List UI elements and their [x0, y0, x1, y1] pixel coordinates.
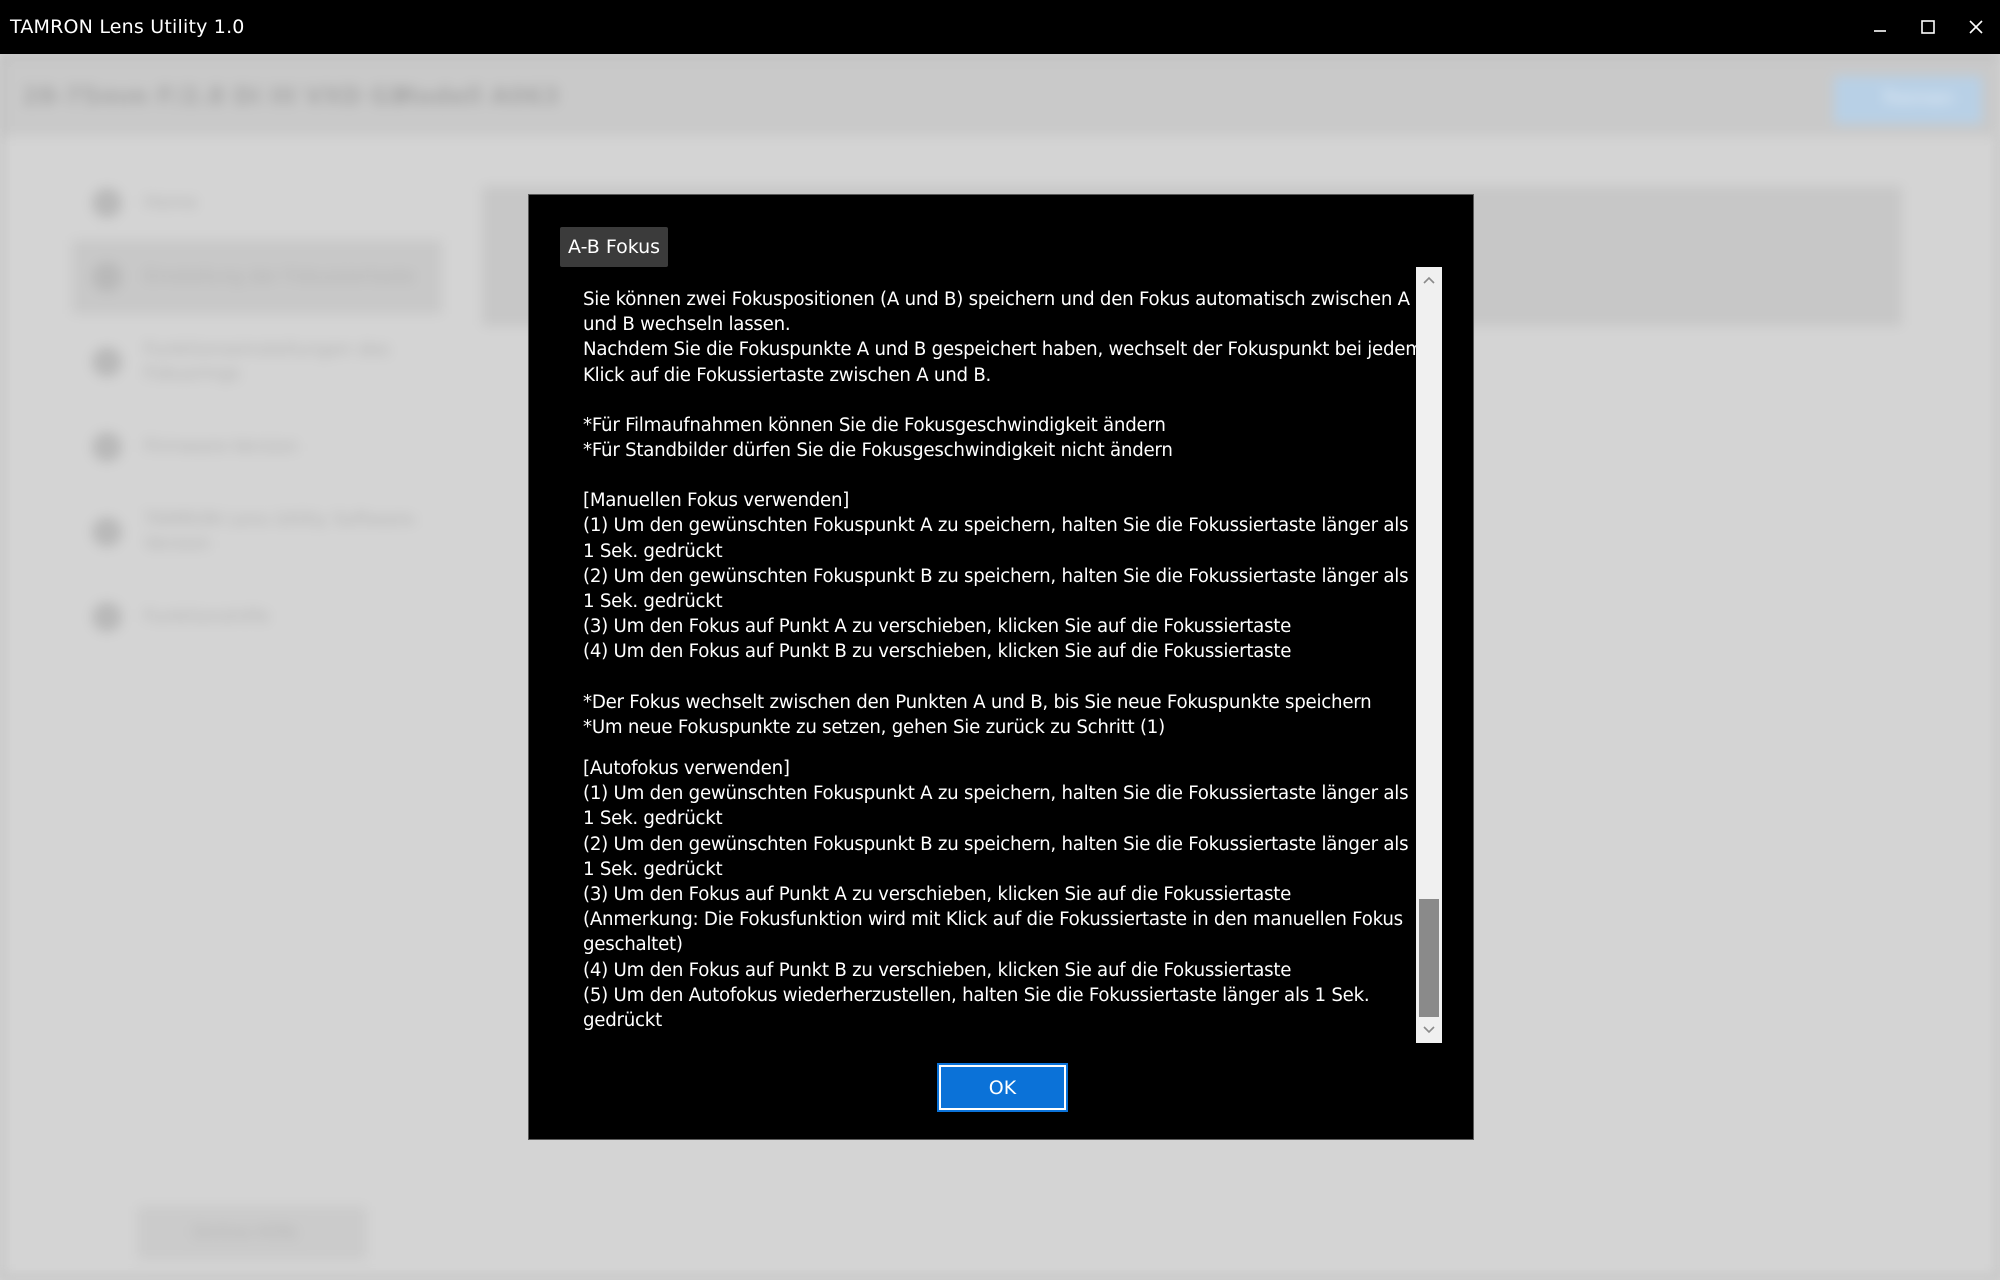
help-icon: [92, 602, 122, 632]
sidebar-item: Home: [72, 166, 442, 240]
dialog-text: Sie können zwei Fokuspositionen (A und B…: [583, 287, 1443, 1039]
dialog-paragraph: (Anmerkung: Die Fokusfunktion wird mit K…: [583, 909, 1403, 956]
home-icon: [92, 188, 122, 218]
scroll-down-button[interactable]: [1416, 1017, 1442, 1043]
dialog-paragraph: (3) Um den Fokus auf Punkt A zu verschie…: [583, 616, 1292, 638]
info-icon: [92, 517, 122, 547]
dialog-paragraph: Nachdem Sie die Fokuspunkte A und B gesp…: [583, 339, 1423, 386]
lens-name: 28-75mm F/2.8 Di III VXD G2: [22, 82, 407, 110]
sidebar-item: Funktionshilfe: [72, 580, 442, 654]
window-titlebar: TAMRON Lens Utility 1.0: [0, 0, 2000, 54]
close-button[interactable]: [1952, 0, 2000, 54]
scrollbar-thumb[interactable]: [1419, 899, 1439, 1017]
maximize-button[interactable]: [1904, 0, 1952, 54]
lens-header: 28-75mm F/2.8 Di III VXD G2 Modell A063 …: [2, 56, 2000, 136]
dialog-paragraph: (4) Um den Fokus auf Punkt B zu verschie…: [583, 959, 1292, 981]
chevron-down-icon: [1423, 1026, 1435, 1034]
sidebar-item-label: Home: [144, 192, 198, 213]
minimize-button[interactable]: [1856, 0, 1904, 54]
dialog-paragraph: (3) Um den Fokus auf Punkt A zu verschie…: [583, 884, 1292, 906]
sidebar-item-label: Einstellung der Fokussiertaste: [144, 266, 415, 287]
dialog-paragraph: (1) Um den gewünschten Fokuspunkt A zu s…: [583, 515, 1409, 562]
dialog-paragraph: [Autofokus verwenden]: [583, 758, 790, 780]
window-title: TAMRON Lens Utility 1.0: [10, 16, 245, 38]
ab-focus-dialog: A-B Fokus Sie können zwei Fokuspositione…: [528, 194, 1474, 1140]
sidebar-item-label: Firmware-Version: [144, 436, 299, 457]
minimize-icon: [1874, 30, 1886, 32]
dialog-paragraph: (4) Um den Fokus auf Punkt B zu verschie…: [583, 641, 1292, 663]
sidebar-item-label: Funktionshilfe: [144, 606, 270, 627]
sidebar-item-label: Funktionseinstellungen des Fokusrings: [144, 339, 390, 384]
disconnect-button-label: Trennen: [1882, 88, 1954, 109]
dialog-paragraph: *Um neue Fokuspunkte zu setzen, gehen Si…: [583, 716, 1165, 738]
sidebar-item: TAMRON Lens Utility Software-Version: [72, 484, 442, 580]
online-help-button: Online-Hilfe: [137, 1206, 367, 1260]
dialog-paragraph: (5) Um den Autofokus wiederherzustellen,…: [583, 984, 1370, 1032]
maximize-icon: [1921, 20, 1935, 34]
dialog-paragraph: [Manuellen Fokus verwenden]: [583, 490, 850, 512]
chevron-up-icon: [1423, 276, 1435, 284]
sidebar-item-label: TAMRON Lens Utility Software-Version: [144, 509, 420, 554]
focus-icon: [92, 262, 122, 292]
dialog-paragraph: Sie können zwei Fokuspositionen (A und B…: [583, 289, 1410, 336]
dialog-paragraph: *Der Fokus wechselt zwischen den Punkten…: [583, 691, 1372, 713]
sidebar-item: Funktionseinstellungen des Fokusrings: [72, 314, 442, 410]
close-icon: [1969, 20, 1983, 34]
dialog-paragraph: (2) Um den gewünschten Fokuspunkt B zu s…: [583, 833, 1409, 880]
vertical-scrollbar[interactable]: [1416, 267, 1442, 1043]
dialog-title: A-B Fokus: [560, 227, 669, 267]
online-help-label: Online-Hilfe: [192, 1222, 298, 1243]
ok-button[interactable]: OK: [937, 1063, 1068, 1112]
chip-icon: [92, 432, 122, 462]
dialog-paragraph: *Für Standbilder dürfen Sie die Fokusges…: [583, 440, 1173, 462]
dialog-paragraph: *Für Filmaufnahmen können Sie die Fokusg…: [583, 414, 1166, 436]
lens-model: Modell A063: [392, 82, 560, 110]
dialog-paragraph: (2) Um den gewünschten Fokuspunkt B zu s…: [583, 565, 1409, 613]
sidebar-item: Firmware-Version: [72, 410, 442, 484]
window-controls: [1856, 0, 2000, 54]
sidebar-item: Einstellung der Fokussiertaste: [72, 240, 442, 314]
ring-icon: [92, 347, 122, 377]
sidebar-nav: Home Einstellung der Fokussiertaste Funkti…: [72, 166, 442, 654]
disconnect-button: Trennen: [1834, 76, 1982, 124]
scroll-up-button[interactable]: [1416, 267, 1442, 293]
dialog-scroll-area[interactable]: Sie können zwei Fokuspositionen (A und B…: [583, 287, 1443, 1039]
dialog-paragraph: (1) Um den gewünschten Fokuspunkt A zu s…: [583, 783, 1409, 830]
